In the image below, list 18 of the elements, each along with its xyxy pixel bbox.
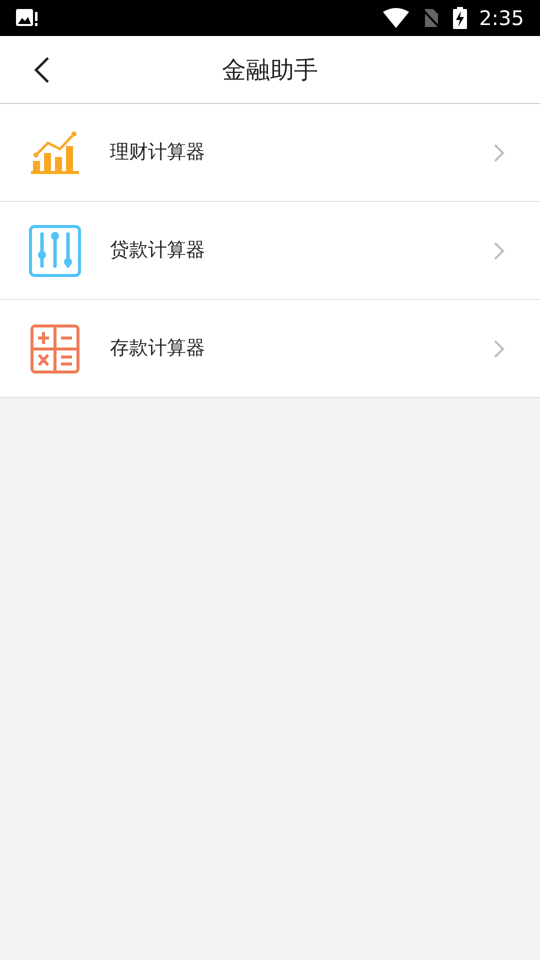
battery-charging-icon xyxy=(453,7,468,29)
bar-chart-icon xyxy=(30,130,80,174)
menu-item[interactable]: 理财计算器 xyxy=(0,104,540,202)
item-label: 理财计算器 xyxy=(110,140,205,166)
menu-item[interactable]: 贷款计算器 xyxy=(0,202,540,300)
chevron-right-icon xyxy=(493,338,505,358)
sliders-icon xyxy=(28,224,82,278)
item-label: 存款计算器 xyxy=(110,336,205,362)
clock-time: 2:35 xyxy=(479,5,524,32)
back-icon xyxy=(34,56,50,82)
calculator-icon xyxy=(30,324,80,374)
wifi-icon xyxy=(383,8,410,28)
image-alert-icon xyxy=(16,8,38,28)
chevron-right-icon xyxy=(493,142,505,162)
item-label: 贷款计算器 xyxy=(110,238,205,264)
chevron-right-icon xyxy=(493,240,505,260)
menu-item[interactable]: 存款计算器 xyxy=(0,300,540,398)
page-title: 金融助手 xyxy=(222,54,318,86)
